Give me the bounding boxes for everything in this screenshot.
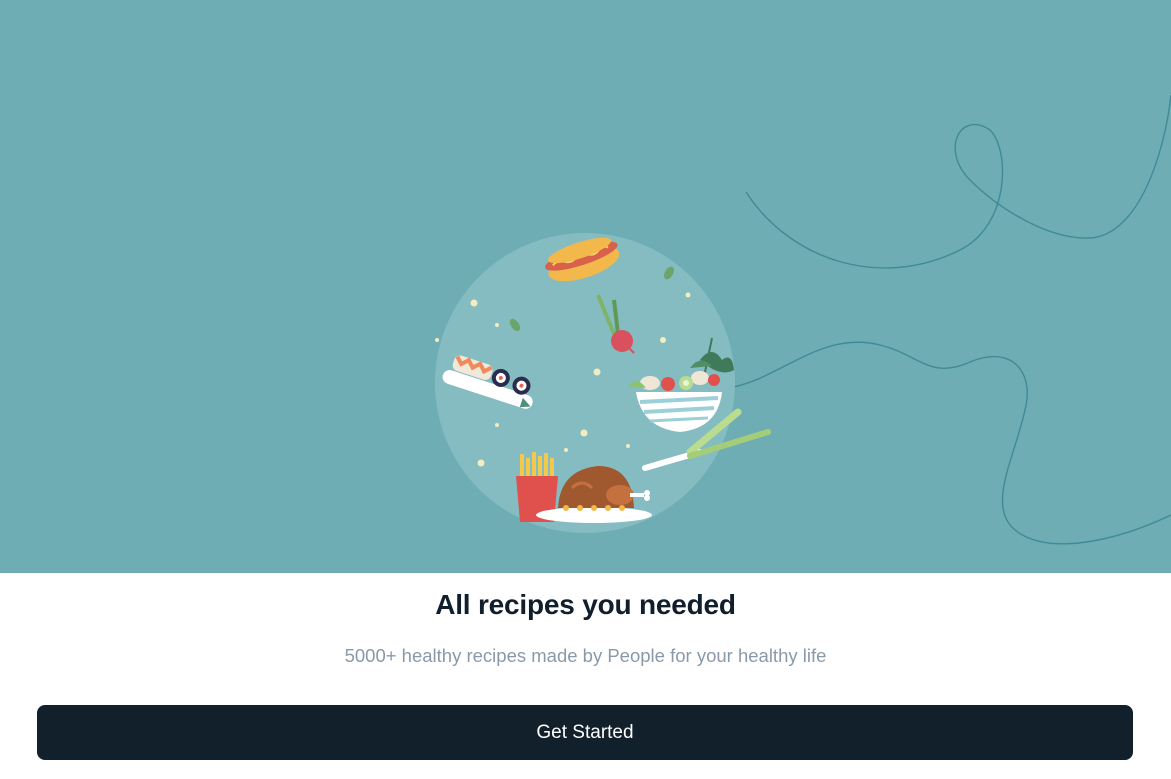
food-illustration xyxy=(435,94,1171,545)
page-title: All recipes you needed xyxy=(435,589,736,620)
get-started-button-label: Get Started xyxy=(536,721,634,743)
decorative-wave-line xyxy=(727,341,1171,545)
hero-illustration xyxy=(0,0,1171,573)
decorative-swirl-line xyxy=(745,94,1171,269)
page-subtitle: 5000+ healthy recipes made by People for… xyxy=(344,645,827,666)
get-started-button[interactable]: Get Started xyxy=(37,705,1133,760)
onboarding-screen: All recipes you needed 5000+ healthy rec… xyxy=(0,0,1171,779)
